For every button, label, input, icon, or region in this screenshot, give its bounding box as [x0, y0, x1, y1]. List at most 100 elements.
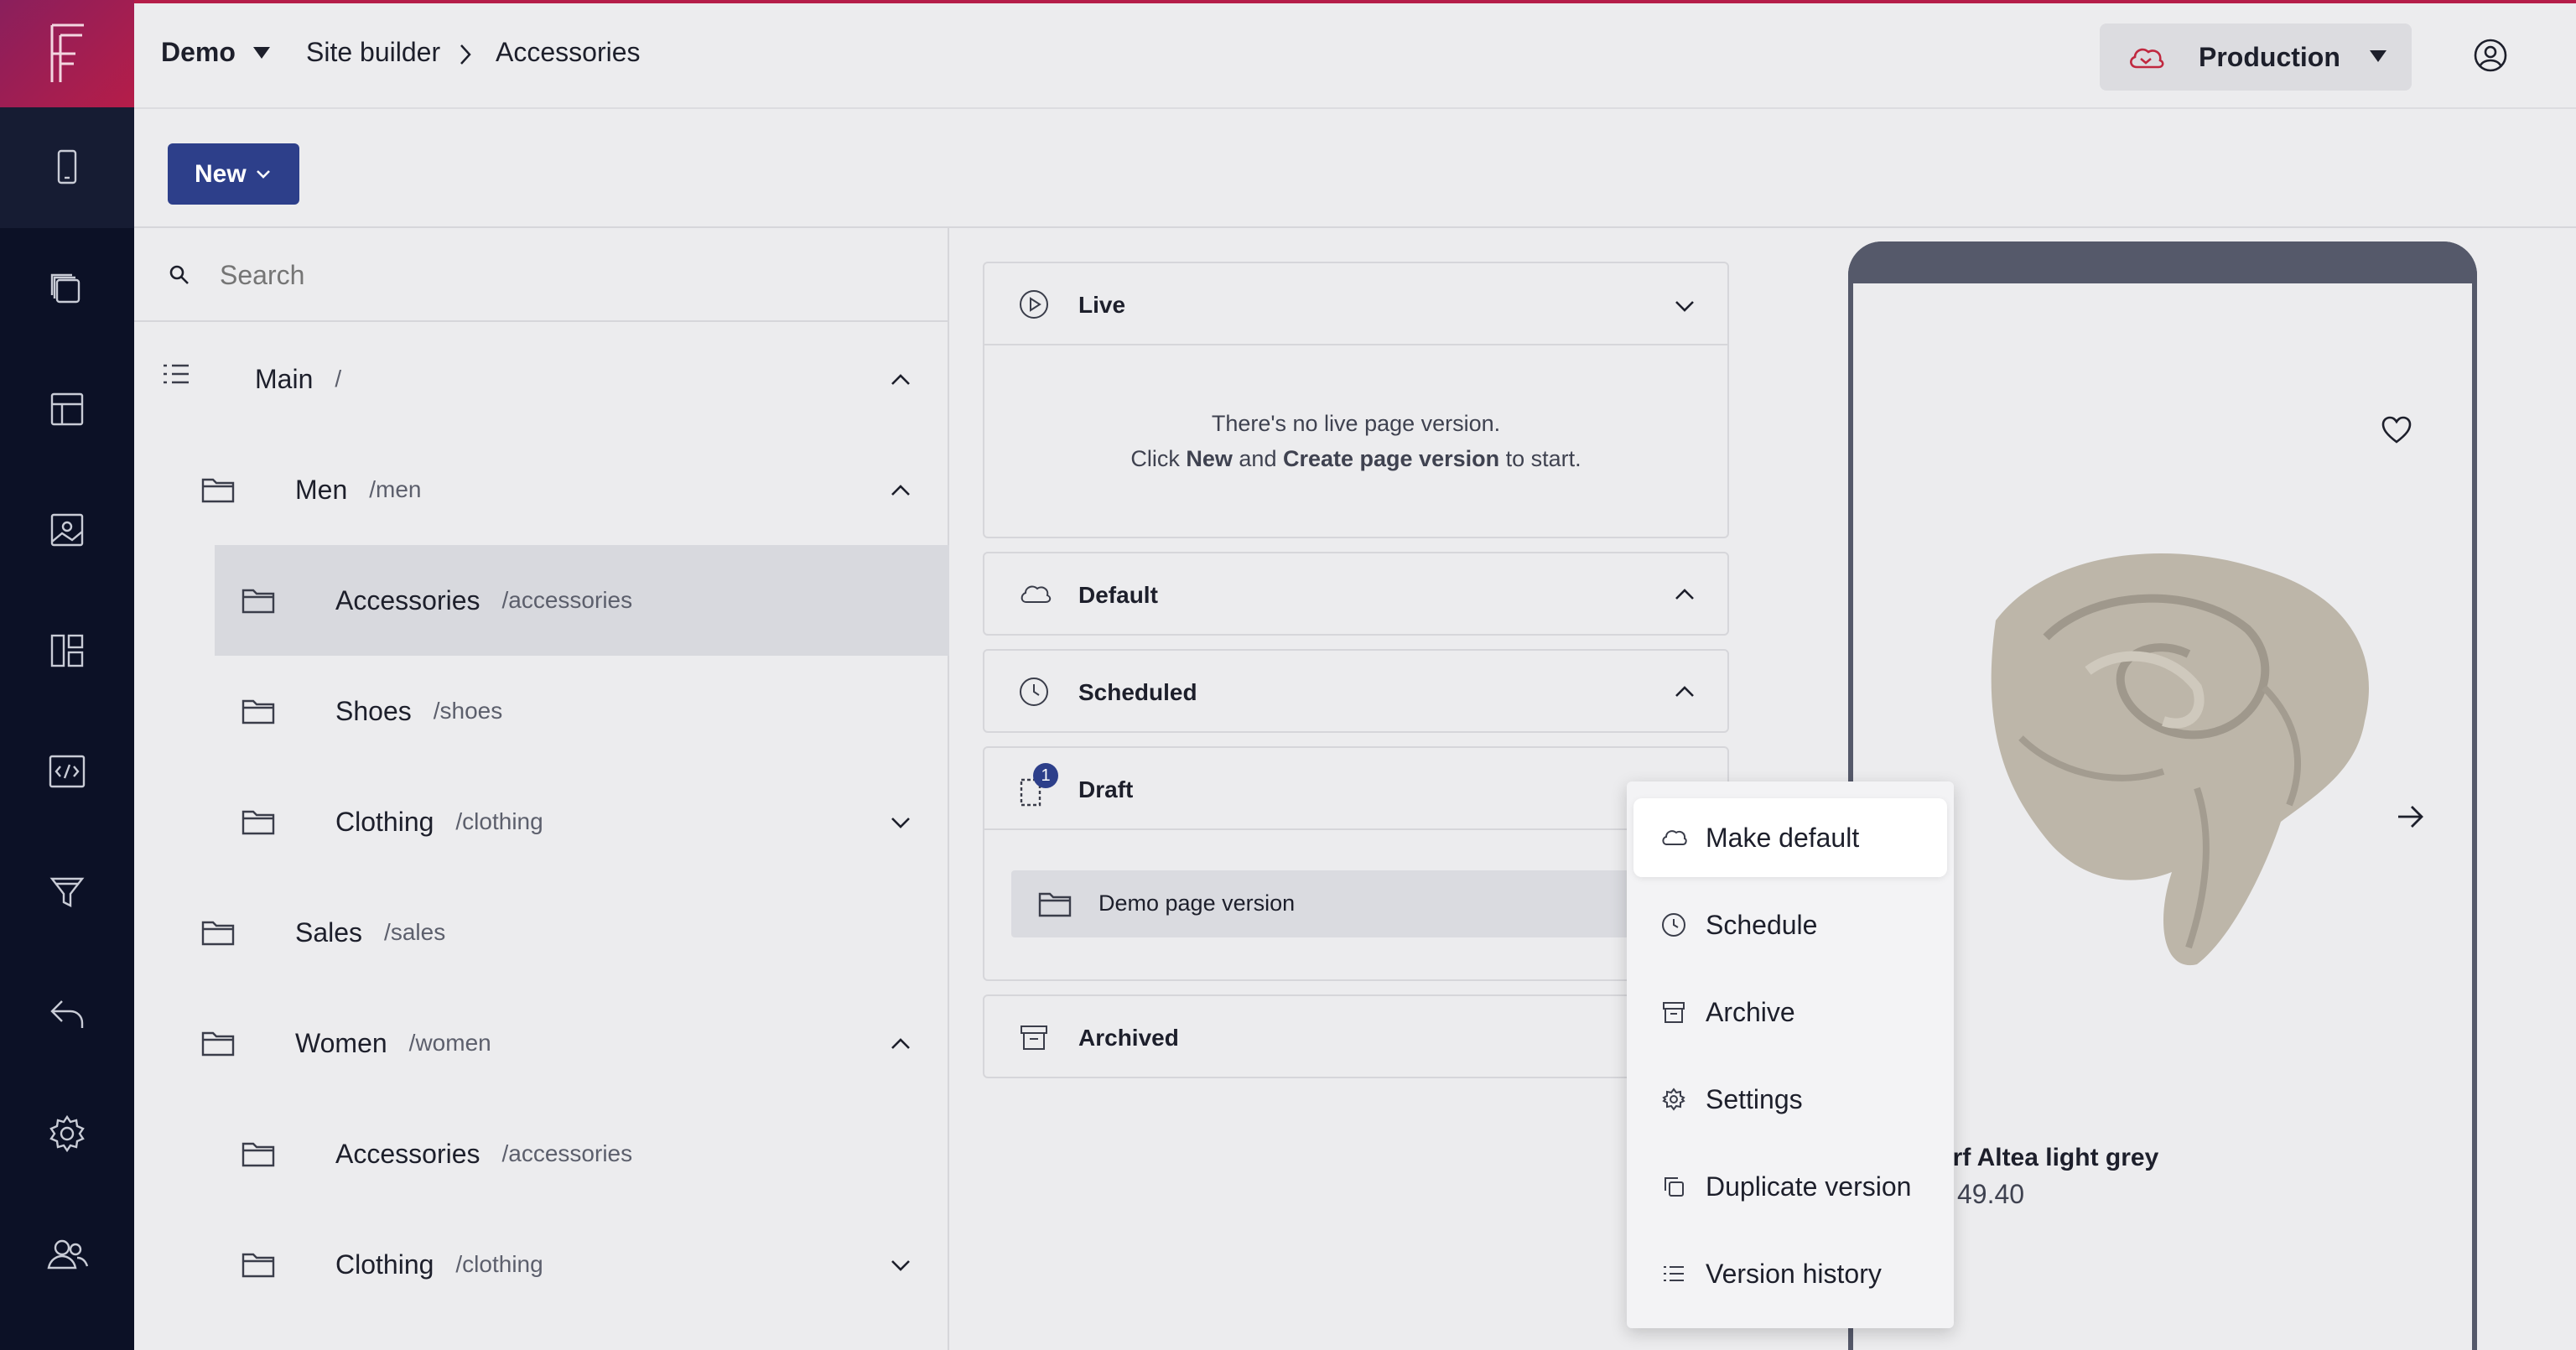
tree-item-name: Accessories	[335, 1138, 480, 1169]
code-icon[interactable]	[40, 745, 94, 798]
draft-section: 1 Draft Demo page version	[983, 746, 1729, 981]
breadcrumb-separator-icon	[460, 44, 471, 65]
heart-icon[interactable]	[2381, 416, 2412, 444]
menu-item-duplicate-version[interactable]: Duplicate version	[1633, 1147, 1947, 1226]
chevron-up-icon	[1675, 686, 1694, 697]
menu-item-label: Make default	[1706, 822, 1860, 853]
chevron-down-icon	[1675, 301, 1694, 312]
folder-icon	[242, 1253, 275, 1278]
tree-item-women-clothing[interactable]: Clothing /clothing	[215, 1209, 949, 1320]
tree-item-main[interactable]: Main /	[134, 324, 949, 434]
menu-item-schedule[interactable]: Schedule	[1633, 885, 1947, 964]
users-icon[interactable]	[40, 1228, 94, 1281]
folder-icon	[1038, 892, 1072, 917]
tree-item-name: Main	[255, 363, 314, 394]
toolbar	[134, 111, 2576, 228]
menu-item-archive[interactable]: Archive	[1633, 973, 1947, 1051]
app-logo[interactable]	[0, 0, 134, 107]
folder-icon	[242, 699, 275, 724]
menu-item-version-history[interactable]: Version history	[1633, 1234, 1947, 1313]
tree-item-path: /accessories	[501, 587, 633, 613]
breadcrumb-accessories: Accessories	[496, 37, 641, 67]
user-account-icon[interactable]	[2472, 37, 2509, 74]
chevron-down-icon	[257, 170, 270, 179]
live-empty-click: Click	[1130, 446, 1180, 471]
play-circle-icon	[1020, 290, 1048, 319]
live-empty-new: New	[1186, 446, 1233, 471]
tree-item-path: /shoes	[433, 698, 503, 724]
workspace-name[interactable]: Demo	[161, 37, 236, 68]
search-input[interactable]	[218, 252, 906, 299]
tree-item-sales[interactable]: Sales /sales	[134, 877, 949, 988]
chevron-up-icon[interactable]	[887, 1031, 914, 1057]
media-icon[interactable]	[40, 503, 94, 557]
chevron-down-icon[interactable]	[887, 1252, 914, 1279]
search-bar	[134, 228, 949, 322]
draft-section-header[interactable]: 1 Draft	[984, 748, 1727, 830]
menu-item-settings[interactable]: Settings	[1633, 1060, 1947, 1139]
tree-item-name: Shoes	[335, 695, 412, 726]
cloud-icon	[1662, 830, 1687, 845]
live-empty-line1: There's no live page version.	[1211, 411, 1501, 436]
clock-icon	[1020, 678, 1048, 706]
new-button[interactable]: New	[168, 143, 299, 205]
scheduled-title: Scheduled	[1078, 679, 1197, 705]
live-section-header[interactable]: Live	[984, 263, 1727, 345]
default-title: Default	[1078, 582, 1158, 608]
version-context-menu: Make default Schedule Archive Settings D…	[1627, 781, 1954, 1328]
tree-item-path: /sales	[384, 919, 446, 945]
tree-item-accessories-selected[interactable]: Accessories /accessories	[215, 545, 949, 656]
live-empty-create: Create page version	[1282, 446, 1500, 471]
folder-icon	[242, 810, 275, 835]
filter-icon[interactable]	[40, 865, 94, 919]
undo-icon[interactable]	[40, 986, 94, 1040]
folder-icon	[201, 921, 235, 946]
pages-device-icon[interactable]	[40, 141, 94, 195]
tree-item-men[interactable]: Men /men	[134, 434, 949, 545]
tree-item-path: /men	[369, 476, 422, 502]
product-price: 49.40	[1957, 1179, 2025, 1209]
device-preview-top-bar	[1848, 241, 2477, 283]
menu-item-label: Duplicate version	[1706, 1171, 1912, 1202]
copies-icon[interactable]	[40, 262, 94, 315]
search-icon	[169, 265, 189, 284]
tree-item-clothing[interactable]: Clothing /clothing	[215, 766, 949, 877]
scheduled-section[interactable]: Scheduled	[983, 649, 1729, 733]
components-icon[interactable]	[40, 624, 94, 678]
settings-gear-icon[interactable]	[40, 1107, 94, 1160]
tree-item-path: /clothing	[455, 808, 543, 834]
tree-item-shoes[interactable]: Shoes /shoes	[215, 656, 949, 766]
environment-selector[interactable]: Production	[2100, 23, 2412, 91]
arrow-right-icon[interactable]	[2395, 802, 2425, 832]
workspace-caret-icon[interactable]	[252, 45, 272, 60]
tree-item-name: Men	[295, 474, 348, 505]
tree-item-name: Sales	[295, 916, 363, 948]
layout-icon[interactable]	[40, 382, 94, 436]
folder-icon	[242, 589, 275, 614]
archive-box-icon	[1663, 1002, 1685, 1023]
cloud-icon	[1021, 585, 1052, 603]
draft-item-demo-page-version[interactable]: Demo page version	[1011, 870, 1649, 937]
breadcrumb-site-builder[interactable]: Site builder	[306, 37, 440, 68]
duplicate-icon	[1665, 1177, 1684, 1197]
tree-item-name: Clothing	[335, 806, 434, 837]
tree-item-path: /	[335, 366, 342, 392]
menu-item-label: Schedule	[1706, 909, 1818, 940]
draft-count-badge: 1	[1033, 763, 1058, 788]
chevron-down-icon[interactable]	[887, 809, 914, 836]
list-icon	[1664, 1266, 1684, 1281]
live-empty-to-start: to start.	[1505, 446, 1581, 471]
archived-section[interactable]: Archived	[983, 994, 1729, 1078]
product-name: arf Altea light grey	[1939, 1144, 2159, 1171]
list-icon	[164, 364, 189, 384]
default-section[interactable]: Default	[983, 552, 1729, 636]
tree-item-name: Women	[295, 1027, 387, 1058]
chevron-up-icon[interactable]	[887, 477, 914, 504]
menu-item-label: Archive	[1706, 996, 1795, 1027]
menu-item-make-default[interactable]: Make default	[1633, 798, 1947, 877]
archived-title: Archived	[1078, 1025, 1179, 1051]
tree-item-women[interactable]: Women /women	[134, 988, 949, 1098]
chevron-up-icon[interactable]	[887, 366, 914, 393]
menu-item-label: Version history	[1706, 1258, 1882, 1289]
tree-item-women-accessories[interactable]: Accessories /accessories	[215, 1098, 949, 1209]
